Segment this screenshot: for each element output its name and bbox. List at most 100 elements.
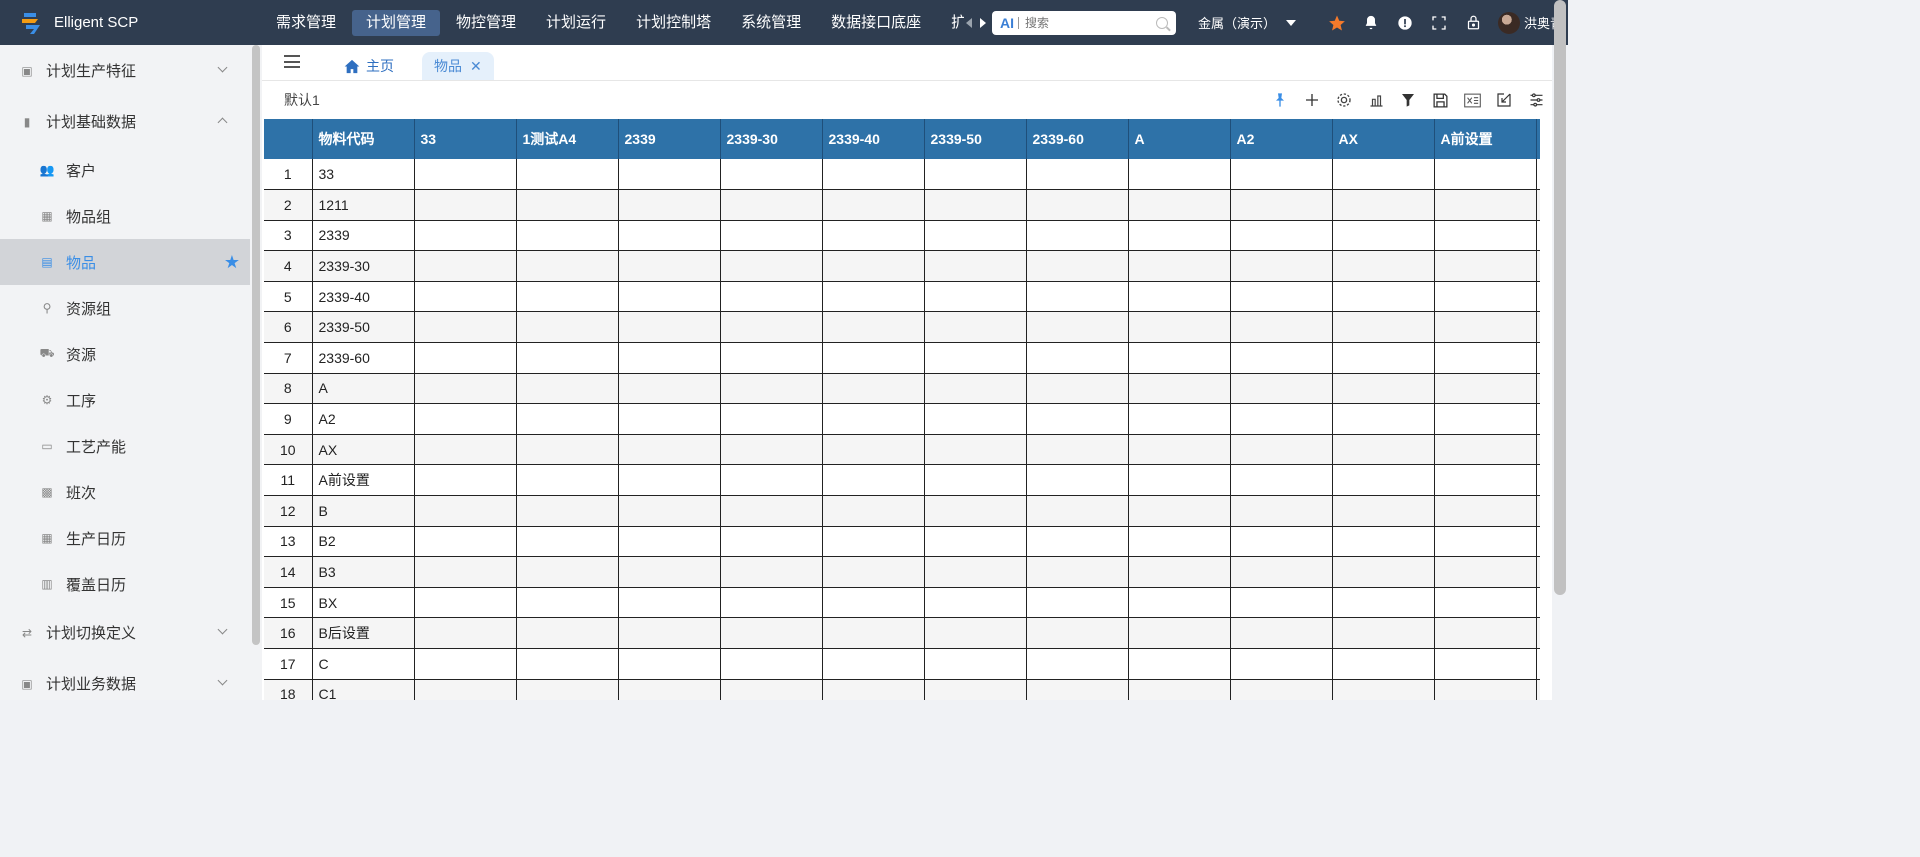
table-cell[interactable] xyxy=(516,648,619,680)
ai-icon[interactable]: AI xyxy=(1000,15,1014,31)
sidebar-item-2[interactable]: 👥 客户 xyxy=(0,147,250,193)
table-cell[interactable] xyxy=(924,648,1027,680)
table-cell[interactable] xyxy=(618,495,721,527)
table-cell[interactable] xyxy=(1434,189,1537,221)
sidebar-item-10[interactable]: ▦ 生产日历 xyxy=(0,515,250,561)
table-cell[interactable] xyxy=(1026,311,1129,344)
alert-icon[interactable] xyxy=(1388,0,1422,45)
table-cell[interactable] xyxy=(618,250,721,282)
table-cell[interactable] xyxy=(924,464,1027,497)
table-cell[interactable] xyxy=(1332,373,1435,405)
row-number[interactable]: 18 xyxy=(264,679,313,700)
table-cell[interactable] xyxy=(1128,220,1231,252)
table-cell[interactable] xyxy=(618,526,721,558)
table-cell[interactable] xyxy=(516,679,619,700)
table-cell[interactable] xyxy=(618,648,721,680)
close-icon[interactable]: ✕ xyxy=(470,58,482,75)
table-cell[interactable] xyxy=(1230,281,1333,313)
table-cell[interactable] xyxy=(618,464,721,497)
sidebar-item-8[interactable]: ▭ 工艺产能 xyxy=(0,423,250,469)
sidebar-item-7[interactable]: ⚙ 工序 xyxy=(0,377,250,423)
table-cell[interactable] xyxy=(1128,159,1231,191)
topnav-item-2[interactable]: 物控管理 xyxy=(442,10,530,36)
table-cell[interactable] xyxy=(1434,373,1537,405)
table-cell[interactable] xyxy=(720,403,823,435)
table-cell[interactable] xyxy=(822,526,925,558)
sidebar-item-13[interactable]: ▣ 计划业务数据 xyxy=(0,658,250,700)
table-cell[interactable] xyxy=(618,281,721,313)
table-cell[interactable] xyxy=(1230,526,1333,558)
table-cell[interactable] xyxy=(1332,648,1435,680)
table-cell[interactable] xyxy=(1026,250,1129,282)
material-code-cell[interactable]: C xyxy=(312,648,415,680)
table-row[interactable]: 18 C1 xyxy=(264,679,1540,700)
table-cell[interactable] xyxy=(1128,587,1231,619)
table-cell[interactable] xyxy=(1128,434,1231,466)
table-cell[interactable] xyxy=(1536,617,1540,649)
topnav-item-0[interactable]: 需求管理 xyxy=(262,10,350,36)
table-cell[interactable] xyxy=(1128,311,1231,344)
table-cell[interactable] xyxy=(414,556,517,588)
topnav-item-4[interactable]: 计划控制塔 xyxy=(622,10,725,36)
table-row[interactable]: 2 1211 xyxy=(264,189,1540,221)
export-icon[interactable] xyxy=(1488,81,1520,119)
table-cell[interactable] xyxy=(1434,617,1537,649)
sidebar-scrollbar[interactable] xyxy=(252,45,260,645)
material-code-cell[interactable]: 2339 xyxy=(312,220,415,252)
table-cell[interactable] xyxy=(516,464,619,497)
row-number[interactable]: 9 xyxy=(264,403,313,435)
org-select[interactable]: 金属（演示） xyxy=(1198,13,1297,32)
table-row[interactable]: 1 33 xyxy=(264,159,1540,191)
row-number[interactable]: 8 xyxy=(264,373,313,405)
table-cell[interactable] xyxy=(924,159,1027,191)
table-cell[interactable] xyxy=(1230,220,1333,252)
sidebar-item-11[interactable]: ▥ 覆盖日历 xyxy=(0,561,250,607)
table-cell[interactable] xyxy=(516,159,619,191)
table-cell[interactable] xyxy=(1026,679,1129,700)
table-cell[interactable] xyxy=(1026,556,1129,588)
column-header[interactable]: A2 xyxy=(1230,119,1333,159)
table-cell[interactable] xyxy=(1536,159,1540,191)
table-cell[interactable] xyxy=(822,311,925,344)
nav-right-arrow-icon[interactable] xyxy=(980,17,986,28)
search-input[interactable] xyxy=(1025,15,1156,30)
table-cell[interactable] xyxy=(1536,189,1540,221)
table-row[interactable]: 14 B3 xyxy=(264,556,1540,588)
table-cell[interactable] xyxy=(618,159,721,191)
table-cell[interactable] xyxy=(822,373,925,405)
table-cell[interactable] xyxy=(1128,679,1231,700)
table-cell[interactable] xyxy=(1230,587,1333,619)
material-code-cell[interactable]: A2 xyxy=(312,403,415,435)
table-cell[interactable] xyxy=(1230,159,1333,191)
table-cell[interactable] xyxy=(1332,311,1435,344)
table-row[interactable]: 9 A2 xyxy=(264,403,1540,435)
table-cell[interactable] xyxy=(516,434,619,466)
table-cell[interactable] xyxy=(1332,587,1435,619)
column-header[interactable]: 物料代码 xyxy=(312,119,415,159)
table-cell[interactable] xyxy=(1026,373,1129,405)
table-cell[interactable] xyxy=(414,648,517,680)
table-cell[interactable] xyxy=(618,434,721,466)
material-code-cell[interactable]: C1 xyxy=(312,679,415,700)
table-cell[interactable] xyxy=(1026,403,1129,435)
table-cell[interactable] xyxy=(1128,250,1231,282)
table-cell[interactable] xyxy=(414,159,517,191)
bell-icon[interactable] xyxy=(1354,0,1388,45)
add-icon[interactable] xyxy=(1296,81,1328,119)
row-number[interactable]: 7 xyxy=(264,342,313,374)
column-header[interactable]: 2339 xyxy=(618,119,721,159)
table-cell[interactable] xyxy=(1434,220,1537,252)
material-code-cell[interactable]: 1211 xyxy=(312,189,415,221)
table-cell[interactable] xyxy=(720,587,823,619)
column-header[interactable]: 2339-50 xyxy=(924,119,1027,159)
table-cell[interactable] xyxy=(1332,526,1435,558)
filter-icon[interactable] xyxy=(1392,81,1424,119)
table-cell[interactable] xyxy=(1434,159,1537,191)
table-cell[interactable] xyxy=(1026,526,1129,558)
table-cell[interactable] xyxy=(1128,189,1231,221)
table-cell[interactable] xyxy=(822,587,925,619)
table-cell[interactable] xyxy=(822,464,925,497)
table-cell[interactable] xyxy=(414,342,517,374)
sidebar-item-1[interactable]: ▮ 计划基础数据 xyxy=(0,96,250,147)
table-cell[interactable] xyxy=(516,250,619,282)
